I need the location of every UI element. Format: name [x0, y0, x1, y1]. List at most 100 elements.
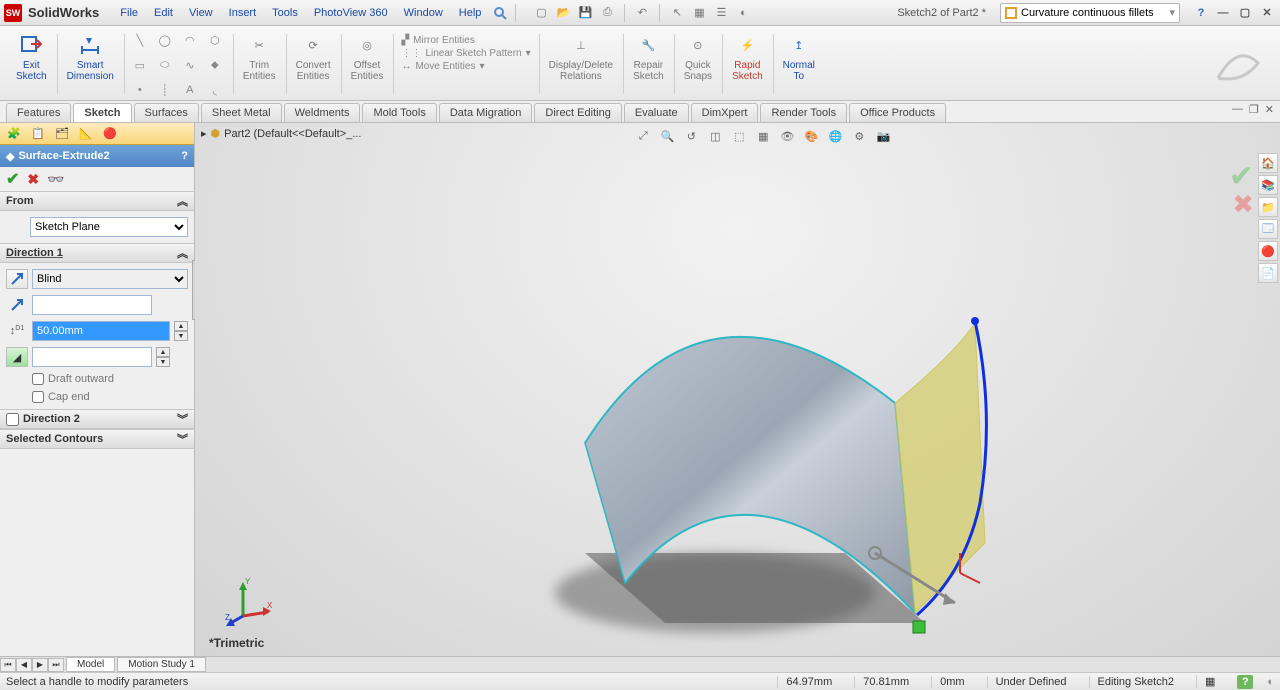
menu-help[interactable]: Help — [452, 4, 489, 22]
property-manager-tab-icon[interactable]: 📋 — [28, 125, 48, 143]
reverse-direction-icon[interactable] — [6, 269, 28, 289]
tab-first-icon[interactable]: ⏮ — [0, 658, 16, 672]
help-icon[interactable]: ? — [1192, 5, 1210, 21]
expand-tree-icon[interactable]: ▸ — [201, 127, 207, 140]
select-icon[interactable]: ↖ — [669, 5, 685, 21]
fillet-icon[interactable]: ◟ — [205, 80, 225, 100]
tab-features[interactable]: Features — [6, 103, 71, 122]
rapid-sketch-button[interactable]: ⚡ Rapid Sketch — [728, 30, 767, 84]
depth-spinner[interactable]: ▲▼ — [174, 321, 188, 341]
feature-help-icon[interactable]: ? — [181, 150, 188, 162]
linear-pattern-button[interactable]: ⋮⋮Linear Sketch Pattern▾ — [399, 47, 532, 60]
render-tools-icon[interactable]: 📷 — [874, 127, 892, 145]
menu-view[interactable]: View — [182, 4, 220, 22]
save-icon[interactable]: 💾 — [577, 5, 593, 21]
text-icon[interactable]: A — [180, 80, 200, 100]
tab-surfaces[interactable]: Surfaces — [134, 103, 199, 122]
menu-insert[interactable]: Insert — [222, 4, 264, 22]
collapse-icon[interactable]: ︽ — [177, 245, 188, 261]
zoom-area-icon[interactable]: 🔍 — [658, 127, 676, 145]
breadcrumb[interactable]: ▸ ⬢ Part2 (Default<<Default>_... — [201, 127, 361, 140]
chevron-down-icon[interactable]: ▾ — [526, 48, 531, 59]
quick-snaps-button[interactable]: ⊙ Quick Snaps — [680, 30, 716, 84]
circle-icon[interactable]: ◯ — [155, 30, 175, 50]
feature-manager-tab-icon[interactable]: 🧩 — [4, 125, 24, 143]
confirm-cancel-icon[interactable]: ✖ — [1232, 189, 1254, 220]
close-button[interactable]: ✕ — [1258, 5, 1276, 21]
tab-weldments[interactable]: Weldments — [284, 103, 361, 122]
end-condition-select[interactable]: Blind — [32, 269, 188, 289]
draft-icon[interactable]: ◢ — [6, 347, 28, 367]
previous-view-icon[interactable]: ↺ — [682, 127, 700, 145]
display-style-icon[interactable]: ▦ — [754, 127, 772, 145]
dimxpert-manager-tab-icon[interactable]: 📐 — [76, 125, 96, 143]
cancel-button[interactable]: ✖ — [27, 171, 39, 188]
hide-show-icon[interactable]: 👁 — [778, 127, 796, 145]
tab-motion-study[interactable]: Motion Study 1 — [117, 657, 206, 672]
tab-next-icon[interactable]: ▶ — [32, 658, 48, 672]
maximize-button[interactable]: ▢ — [1236, 5, 1254, 21]
depth-input[interactable]: 50.00mm — [32, 321, 170, 341]
zoom-fit-icon[interactable]: ⤢ — [634, 127, 652, 145]
direction2-enable-checkbox[interactable] — [6, 413, 19, 426]
tab-office-products[interactable]: Office Products — [849, 103, 946, 122]
direction-reference-field[interactable] — [32, 295, 152, 315]
point-icon[interactable]: • — [130, 80, 150, 100]
print-icon[interactable]: ⎙ — [599, 5, 615, 21]
menu-file[interactable]: File — [113, 4, 145, 22]
ellipse-icon[interactable]: ⬥ — [205, 55, 225, 75]
appearances-icon[interactable]: 🔴 — [1258, 241, 1278, 261]
rectangle-icon[interactable]: ▭ — [130, 55, 150, 75]
chevron-down-icon[interactable]: ▾ — [479, 61, 484, 72]
view-settings-icon[interactable]: ⚙ — [850, 127, 868, 145]
options-icon[interactable]: ☰ — [713, 5, 729, 21]
repair-sketch-button[interactable]: 🔧 Repair Sketch — [629, 30, 668, 84]
expand-icon[interactable]: ︾ — [177, 431, 188, 447]
ok-button[interactable]: ✔ — [6, 169, 19, 189]
section-selected-contours-header[interactable]: Selected Contours ︾ — [0, 429, 194, 449]
tab-data-migration[interactable]: Data Migration — [439, 103, 533, 122]
tab-last-icon[interactable]: ⏭ — [48, 658, 64, 672]
reference-triad[interactable]: Y X Z — [223, 576, 273, 626]
slot-icon[interactable]: ⬭ — [155, 55, 175, 75]
tab-direct-editing[interactable]: Direct Editing — [534, 103, 621, 122]
menu-photoview[interactable]: PhotoView 360 — [307, 4, 395, 22]
appearance-icon[interactable]: ◐ — [735, 5, 751, 21]
view-palette-icon[interactable]: 🗔 — [1258, 219, 1278, 239]
detailed-preview-icon[interactable]: 👓 — [47, 171, 64, 188]
tab-dimxpert[interactable]: DimXpert — [691, 103, 759, 122]
tab-render-tools[interactable]: Render Tools — [760, 103, 847, 122]
section-view-icon[interactable]: ◫ — [706, 127, 724, 145]
from-select[interactable]: Sketch Plane — [30, 217, 188, 237]
expand-icon[interactable]: ︾ — [177, 411, 188, 427]
design-library-icon[interactable]: 📚 — [1258, 175, 1278, 195]
tab-sheet-metal[interactable]: Sheet Metal — [201, 103, 282, 122]
mirror-entities-button[interactable]: ▞Mirror Entities — [399, 34, 476, 47]
child-restore-button[interactable]: ❐ — [1249, 103, 1259, 116]
configuration-manager-tab-icon[interactable]: 🗂 — [52, 125, 72, 143]
collapse-icon[interactable]: ︽ — [177, 193, 188, 209]
chevron-down-icon[interactable]: ▾ — [1169, 6, 1175, 19]
trim-entities-button[interactable]: ✂ Trim Entities — [239, 30, 280, 84]
tab-sketch[interactable]: Sketch — [73, 103, 131, 122]
draft-outward-checkbox[interactable]: Draft outward — [6, 373, 188, 385]
section-from-header[interactable]: From ︽ — [0, 191, 194, 211]
spline-icon[interactable]: ∿ — [180, 55, 200, 75]
status-help-icon[interactable]: ? — [1237, 675, 1253, 689]
minimize-button[interactable]: — — [1214, 5, 1232, 21]
open-doc-icon[interactable]: 📂 — [555, 5, 571, 21]
new-doc-icon[interactable]: ▢ — [533, 5, 549, 21]
file-explorer-icon[interactable]: 📁 — [1258, 197, 1278, 217]
display-delete-relations-button[interactable]: ⊥ Display/Delete Relations — [545, 30, 617, 84]
convert-entities-button[interactable]: ⟳ Convert Entities — [292, 30, 335, 84]
search-glass-icon[interactable] — [492, 5, 508, 21]
display-manager-tab-icon[interactable]: 🔴 — [100, 125, 120, 143]
solidworks-resources-icon[interactable]: 🏠 — [1258, 153, 1278, 173]
arc-icon[interactable]: ◠ — [180, 30, 200, 50]
move-entities-button[interactable]: ↔Move Entities▾ — [399, 60, 486, 73]
offset-entities-button[interactable]: ◎ Offset Entities — [347, 30, 388, 84]
draft-angle-field[interactable] — [32, 347, 152, 367]
normal-to-button[interactable]: ↥ Normal To — [779, 30, 819, 84]
section-direction1-header[interactable]: Direction 1 ︽ — [0, 243, 194, 263]
tab-model[interactable]: Model — [66, 657, 115, 672]
